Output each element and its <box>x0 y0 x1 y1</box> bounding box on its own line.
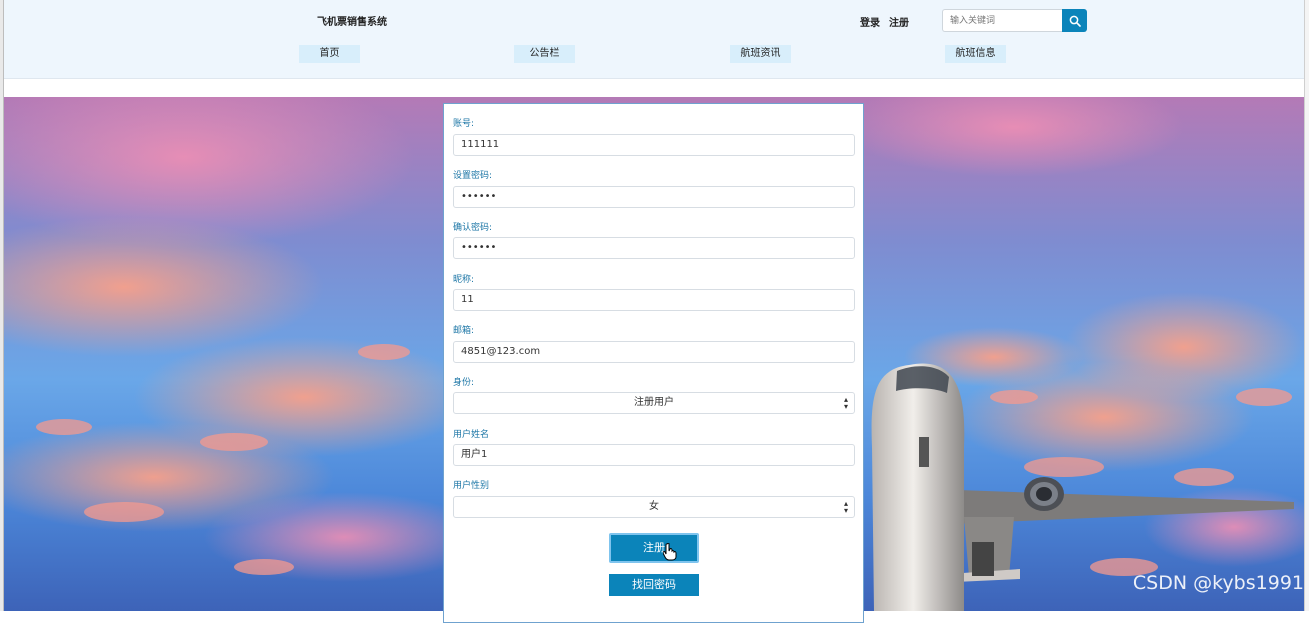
forgot-password-button[interactable]: 找回密码 <box>609 574 699 596</box>
register-submit-button[interactable]: 注册 <box>609 533 699 563</box>
user-name-label: 用户姓名 <box>453 430 490 440</box>
nav-notice-board[interactable]: 公告栏 <box>514 45 575 63</box>
search-icon <box>1069 15 1081 27</box>
role-label: 身份: <box>453 378 475 388</box>
select-arrow-icon: ▴ ▾ <box>843 395 848 411</box>
nav-flight-news[interactable]: 航班资讯 <box>730 45 791 63</box>
right-window-edge <box>1304 0 1309 611</box>
email-label: 邮箱: <box>453 326 475 336</box>
login-link[interactable]: 登录 <box>860 14 880 29</box>
nickname-input[interactable]: 11 <box>453 289 855 311</box>
gender-select[interactable]: 女 ▴ ▾ <box>453 496 855 518</box>
nav-home[interactable]: 首页 <box>299 45 360 63</box>
password-label: 设置密码: <box>453 171 493 181</box>
select-arrow-icon: ▴ ▾ <box>843 499 848 515</box>
search-input[interactable] <box>942 9 1062 32</box>
registration-form: 账号: 111111 设置密码: •••••• 确认密码: •••••• 昵称:… <box>443 103 864 623</box>
nav-flight-info[interactable]: 航班信息 <box>945 45 1006 63</box>
gender-select-value: 女 <box>649 501 659 512</box>
user-name-input[interactable]: 用户1 <box>453 444 855 466</box>
confirm-password-label: 确认密码: <box>453 223 493 233</box>
register-link[interactable]: 注册 <box>889 14 909 29</box>
account-label: 账号: <box>453 119 475 129</box>
account-input[interactable]: 111111 <box>453 134 855 156</box>
top-header: 飞机票销售系统 登录 注册 首页 公告栏 航班资讯 航班信息 <box>4 0 1305 79</box>
role-select[interactable]: 注册用户 ▴ ▾ <box>453 392 855 414</box>
role-select-value: 注册用户 <box>634 397 674 408</box>
confirm-password-input[interactable]: •••••• <box>453 237 855 259</box>
search-box <box>942 9 1087 32</box>
email-input[interactable]: 4851@123.com <box>453 341 855 363</box>
site-title: 飞机票销售系统 <box>317 17 387 28</box>
password-input[interactable]: •••••• <box>453 186 855 208</box>
header-divider <box>4 79 1305 97</box>
hand-cursor-icon <box>663 543 677 561</box>
search-button[interactable] <box>1062 9 1087 32</box>
user-gender-label: 用户性别 <box>453 481 490 491</box>
nickname-label: 昵称: <box>453 275 475 285</box>
csdn-watermark: CSDN @kybs1991 <box>1132 572 1304 594</box>
